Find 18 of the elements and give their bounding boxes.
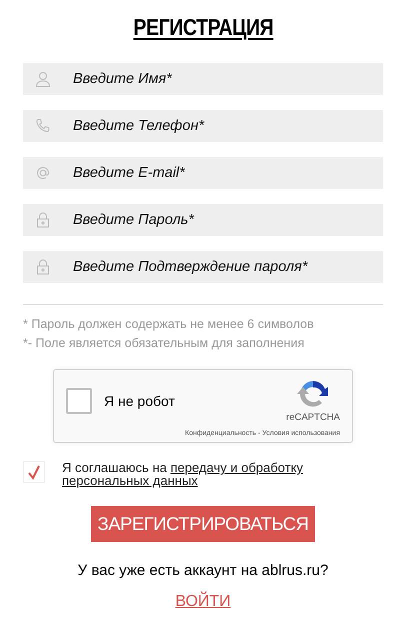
consent-checkbox[interactable] xyxy=(23,461,45,483)
input-field[interactable]: Введите Пароль* xyxy=(23,204,383,236)
captcha-checkbox[interactable] xyxy=(66,388,92,414)
captcha-label: Я не робот xyxy=(104,393,175,409)
login-link[interactable]: ВОЙТИ xyxy=(175,593,231,611)
input-field[interactable]: Введите Телефон* xyxy=(23,110,383,142)
hint-text: *- Поле является обязательным для заполнения xyxy=(23,336,306,350)
page-title: РЕГИСТРАЦИЯ xyxy=(133,14,273,41)
privacy-link[interactable]: передачу и обработку xyxy=(170,460,304,475)
input-field[interactable]: Введите Подтверждение пароля* xyxy=(23,251,383,283)
checkmark-icon xyxy=(26,464,42,480)
hint-text: * Пароль должен содержать не менее 6 символов xyxy=(23,317,315,331)
account-question: У вас уже есть аккаунт на ablrus.ru? xyxy=(78,562,328,579)
captcha-brand: reCAPTCHA xyxy=(286,412,340,423)
input-field[interactable]: Введите Имя* xyxy=(23,63,383,95)
consent-text: Я соглашаюсь на передачу и обработку персональных данных xyxy=(62,461,304,487)
input-field[interactable]: Введите E-mail* xyxy=(23,157,383,189)
register-button[interactable]: ЗАРЕГИСТРИРОВАТЬСЯ xyxy=(90,506,316,542)
